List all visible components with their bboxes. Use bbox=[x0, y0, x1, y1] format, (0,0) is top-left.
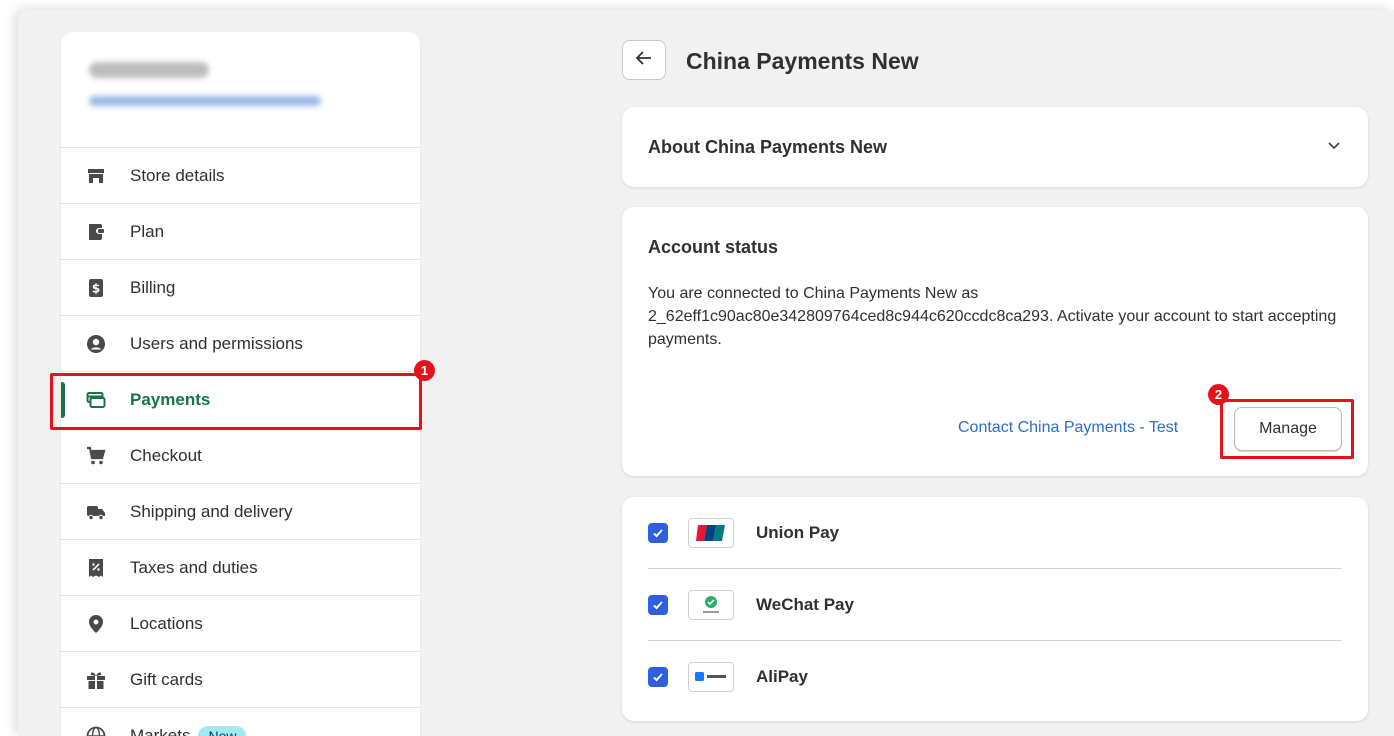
svg-text:$: $ bbox=[92, 281, 100, 295]
highlight-box-manage bbox=[1220, 399, 1354, 459]
sidebar-item-plan[interactable]: Plan bbox=[61, 204, 420, 260]
sidebar-item-label: Store details bbox=[130, 165, 225, 185]
cart-icon bbox=[85, 445, 107, 467]
chevron-down-icon[interactable] bbox=[1326, 137, 1342, 158]
sidebar-item-label: Users and permissions bbox=[130, 333, 303, 353]
contact-link[interactable]: Contact China Payments - Test bbox=[958, 419, 1178, 437]
about-card[interactable]: About China Payments New bbox=[622, 107, 1368, 187]
highlight-box-payments bbox=[50, 373, 422, 430]
page-title: China Payments New bbox=[686, 48, 919, 74]
payment-method-row: AliPay bbox=[648, 641, 1342, 713]
sidebar-item-label: Plan bbox=[130, 221, 165, 241]
sidebar-item-label: Checkout bbox=[130, 445, 202, 465]
store-icon bbox=[85, 165, 107, 187]
unionpay-logo-icon bbox=[688, 517, 734, 548]
billing-icon: $ bbox=[85, 277, 107, 299]
sidebar-item-checkout[interactable]: Checkout bbox=[61, 428, 420, 484]
about-title: About China Payments New bbox=[648, 136, 888, 157]
payment-method-row: Union Pay bbox=[648, 497, 1342, 569]
blurred-store-name bbox=[89, 62, 209, 78]
sidebar-item-store-details[interactable]: Store details bbox=[61, 148, 420, 204]
payment-method-row: WeChat Pay bbox=[648, 569, 1342, 641]
sidebar-item-label: Shipping and delivery bbox=[130, 501, 293, 521]
sidebar-item-locations[interactable]: Locations bbox=[61, 596, 420, 652]
wallet-icon bbox=[85, 221, 107, 243]
alipay-logo-icon bbox=[688, 662, 734, 692]
sidebar-item-users[interactable]: Users and permissions bbox=[61, 316, 420, 372]
sidebar-item-gift-cards[interactable]: Gift cards bbox=[61, 652, 420, 708]
sidebar-item-billing[interactable]: $ Billing bbox=[61, 260, 420, 316]
gift-icon bbox=[85, 669, 107, 691]
sidebar-item-label: Billing bbox=[130, 277, 176, 297]
truck-icon bbox=[85, 501, 107, 523]
blurred-store-email bbox=[89, 96, 321, 106]
account-status-text: You are connected to China Payments New … bbox=[648, 285, 1337, 348]
sidebar-item-shipping[interactable]: Shipping and delivery bbox=[61, 484, 420, 540]
sidebar-item-markets[interactable]: Markets New bbox=[61, 708, 420, 736]
wechat-logo-icon bbox=[688, 589, 734, 620]
sidebar-item-label: Locations bbox=[130, 613, 203, 633]
sidebar-item-label: Markets bbox=[130, 725, 191, 736]
step-marker-1: 1 bbox=[414, 360, 435, 381]
payment-methods-card: Union Pay WeChat Pay AliPay bbox=[622, 497, 1368, 721]
method-name: AliPay bbox=[756, 667, 808, 686]
alipay-checkbox[interactable] bbox=[648, 667, 668, 687]
arrow-left-icon bbox=[635, 49, 653, 72]
account-status-title: Account status bbox=[648, 237, 779, 257]
store-header[interactable] bbox=[61, 32, 420, 148]
sidebar-item-label: Taxes and duties bbox=[130, 557, 258, 577]
location-pin-icon bbox=[85, 613, 107, 635]
step-marker-2: 2 bbox=[1208, 384, 1229, 405]
globe-icon bbox=[85, 725, 107, 736]
sidebar-item-taxes[interactable]: Taxes and duties bbox=[61, 540, 420, 596]
sidebar-item-label: Gift cards bbox=[130, 669, 203, 689]
tax-icon bbox=[85, 557, 107, 579]
method-name: Union Pay bbox=[756, 522, 840, 542]
unionpay-checkbox[interactable] bbox=[648, 522, 668, 543]
wechat-checkbox[interactable] bbox=[648, 594, 668, 615]
method-name: WeChat Pay bbox=[756, 594, 854, 614]
user-icon bbox=[85, 333, 107, 355]
back-button[interactable] bbox=[622, 40, 666, 80]
new-badge: New bbox=[198, 725, 247, 736]
